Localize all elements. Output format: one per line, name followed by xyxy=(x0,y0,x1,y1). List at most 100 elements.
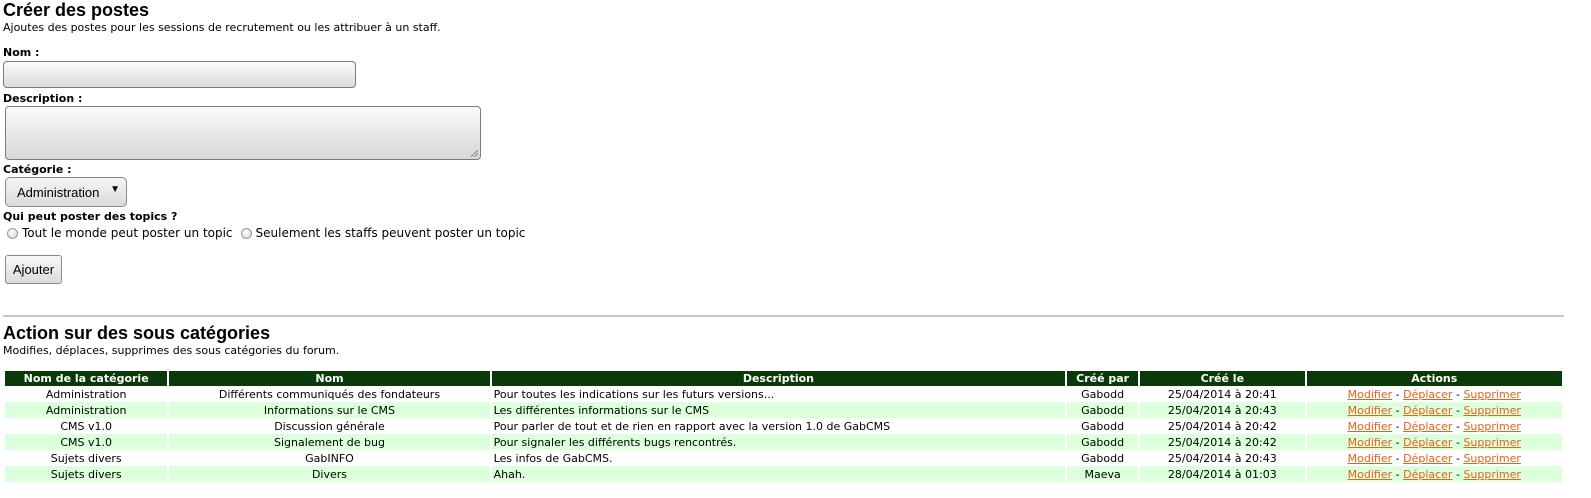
category-select[interactable]: Administration ▼ xyxy=(5,177,127,207)
description-textarea[interactable] xyxy=(5,106,481,160)
cell-name: Informations sur le CMS xyxy=(169,402,490,418)
edit-link[interactable]: Modifier xyxy=(1348,468,1392,481)
cell-author: Gabodd xyxy=(1067,386,1139,402)
resize-grip-icon[interactable] xyxy=(471,150,478,157)
move-link[interactable]: Déplacer xyxy=(1403,436,1452,449)
cell-description: Pour signaler les différents bugs rencon… xyxy=(491,434,1066,450)
cell-author: Gabodd xyxy=(1067,402,1139,418)
table-row: Sujets divers GabINFO Les infos de GabCM… xyxy=(5,450,1562,466)
table-row: CMS v1.0 Discussion générale Pour parler… xyxy=(5,418,1562,434)
table-row: Administration Différents communiqués de… xyxy=(5,386,1562,402)
cell-author: Gabodd xyxy=(1067,450,1139,466)
subcategories-title: Action sur des sous catégories xyxy=(3,323,271,343)
action-separator: - xyxy=(1395,435,1400,449)
edit-link[interactable]: Modifier xyxy=(1348,404,1392,417)
edit-link[interactable]: Modifier xyxy=(1348,452,1392,465)
category-label: Catégorie : xyxy=(3,163,72,176)
cell-actions: Modifier - Déplacer - Supprimer xyxy=(1306,466,1562,482)
who-can-post-options: Tout le monde peut poster un topic Seule… xyxy=(7,226,533,240)
cell-description: Pour parler de tout et de rien en rappor… xyxy=(491,418,1066,434)
cell-actions: Modifier - Déplacer - Supprimer xyxy=(1306,402,1562,418)
add-button[interactable]: Ajouter xyxy=(5,255,62,284)
cell-category: Sujets divers xyxy=(5,466,168,482)
cell-author: Maeva xyxy=(1067,466,1139,482)
column-header-actions: Actions xyxy=(1306,371,1562,386)
cell-category: Administration xyxy=(5,386,168,402)
subcategories-description: Modifies, déplaces, supprimes des sous c… xyxy=(3,344,340,357)
action-separator: - xyxy=(1395,387,1400,401)
cell-name: Discussion générale xyxy=(169,418,490,434)
name-input[interactable] xyxy=(3,61,356,88)
cell-date: 25/04/2014 à 20:42 xyxy=(1140,418,1305,434)
cell-description: Ahah. xyxy=(491,466,1066,482)
radio-everyone[interactable] xyxy=(7,227,18,239)
category-select-value: Administration xyxy=(17,185,100,200)
column-header-name: Nom xyxy=(169,371,490,386)
cell-actions: Modifier - Déplacer - Supprimer xyxy=(1306,434,1562,450)
who-can-post-label: Qui peut poster des topics ? xyxy=(3,210,178,223)
delete-link[interactable]: Supprimer xyxy=(1463,452,1521,465)
cell-date: 25/04/2014 à 20:43 xyxy=(1140,450,1305,466)
edit-link[interactable]: Modifier xyxy=(1348,420,1392,433)
cell-name: Divers xyxy=(169,466,490,482)
section-divider xyxy=(3,315,1564,317)
cell-description: Les infos de GabCMS. xyxy=(491,450,1066,466)
dropdown-arrow-icon: ▼ xyxy=(110,184,120,195)
column-header-description: Description xyxy=(491,371,1066,386)
cell-actions: Modifier - Déplacer - Supprimer xyxy=(1306,386,1562,402)
move-link[interactable]: Déplacer xyxy=(1403,420,1452,433)
cell-category: Sujets divers xyxy=(5,450,168,466)
table-row: CMS v1.0 Signalement de bug Pour signale… xyxy=(5,434,1562,450)
cell-date: 28/04/2014 à 01:03 xyxy=(1140,466,1305,482)
cell-date: 25/04/2014 à 20:43 xyxy=(1140,402,1305,418)
move-link[interactable]: Déplacer xyxy=(1403,404,1452,417)
name-label: Nom : xyxy=(3,46,40,59)
cell-author: Gabodd xyxy=(1067,434,1139,450)
column-header-category: Nom de la catégorie xyxy=(5,371,168,386)
action-separator: - xyxy=(1395,403,1400,417)
action-separator: - xyxy=(1395,467,1400,481)
cell-date: 25/04/2014 à 20:41 xyxy=(1140,386,1305,402)
action-separator: - xyxy=(1455,451,1460,465)
move-link[interactable]: Déplacer xyxy=(1403,452,1452,465)
table-header-row: Nom de la catégorie Nom Description Créé… xyxy=(5,371,1562,386)
cell-category: Administration xyxy=(5,402,168,418)
cell-description: Les différentes informations sur le CMS xyxy=(491,402,1066,418)
cell-category: CMS v1.0 xyxy=(5,434,168,450)
action-separator: - xyxy=(1455,467,1460,481)
action-separator: - xyxy=(1455,403,1460,417)
action-separator: - xyxy=(1395,451,1400,465)
move-link[interactable]: Déplacer xyxy=(1403,468,1452,481)
move-link[interactable]: Déplacer xyxy=(1403,388,1452,401)
cell-name: Signalement de bug xyxy=(169,434,490,450)
description-label: Description : xyxy=(3,92,83,105)
delete-link[interactable]: Supprimer xyxy=(1463,468,1521,481)
subcategories-table: Nom de la catégorie Nom Description Créé… xyxy=(3,371,1564,482)
edit-link[interactable]: Modifier xyxy=(1348,436,1392,449)
table-row: Administration Informations sur le CMS L… xyxy=(5,402,1562,418)
delete-link[interactable]: Supprimer xyxy=(1463,436,1521,449)
delete-link[interactable]: Supprimer xyxy=(1463,388,1521,401)
edit-link[interactable]: Modifier xyxy=(1348,388,1392,401)
cell-date: 25/04/2014 à 20:42 xyxy=(1140,434,1305,450)
cell-description: Pour toutes les indications sur les futu… xyxy=(491,386,1066,402)
cell-actions: Modifier - Déplacer - Supprimer xyxy=(1306,418,1562,434)
action-separator: - xyxy=(1395,419,1400,433)
column-header-date: Créé le xyxy=(1140,371,1305,386)
radio-staff-only-label: Seulement les staffs peuvent poster un t… xyxy=(255,226,526,240)
cell-category: CMS v1.0 xyxy=(5,418,168,434)
cell-actions: Modifier - Déplacer - Supprimer xyxy=(1306,450,1562,466)
cell-name: GabINFO xyxy=(169,450,490,466)
column-header-author: Créé par xyxy=(1067,371,1139,386)
table-row: Sujets divers Divers Ahah. Maeva 28/04/2… xyxy=(5,466,1562,482)
create-posts-description: Ajoutes des postes pour les sessions de … xyxy=(3,21,441,34)
delete-link[interactable]: Supprimer xyxy=(1463,404,1521,417)
cell-name: Différents communiqués des fondateurs xyxy=(169,386,490,402)
action-separator: - xyxy=(1455,387,1460,401)
create-posts-title: Créer des postes xyxy=(3,0,150,20)
radio-everyone-label: Tout le monde peut poster un topic xyxy=(22,226,233,240)
action-separator: - xyxy=(1455,419,1460,433)
delete-link[interactable]: Supprimer xyxy=(1463,420,1521,433)
radio-staff-only[interactable] xyxy=(240,227,252,239)
action-separator: - xyxy=(1455,435,1460,449)
